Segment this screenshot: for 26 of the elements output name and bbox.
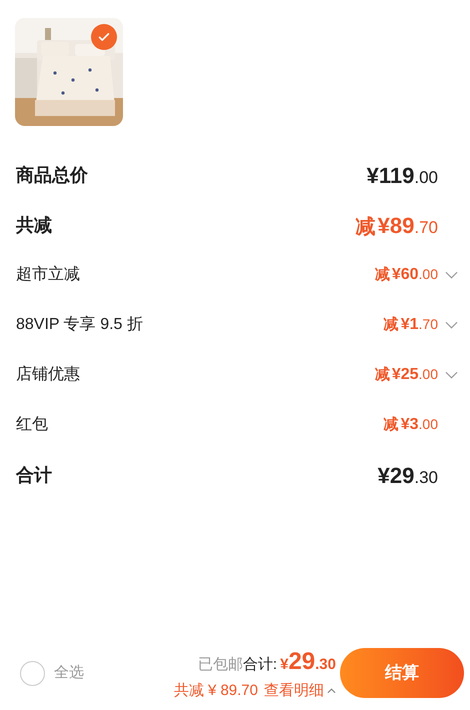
row-label: 88VIP 专享 9.5 折 (16, 314, 143, 335)
row-label: 合计 (16, 464, 52, 486)
row-label: 共减 (16, 214, 52, 236)
caret-up-icon (327, 688, 336, 694)
chevron-down-icon[interactable] (445, 321, 458, 329)
row-label: 红包 (16, 415, 48, 435)
row-label: 商品总价 (16, 164, 88, 186)
shipping-text: 已包邮 (198, 654, 243, 675)
total-price: ¥29.30 (280, 646, 336, 677)
details-link[interactable]: 查看明细 (264, 680, 336, 702)
price-text: 减¥60.00 (374, 265, 438, 285)
row-label: 店铺优惠 (16, 364, 80, 385)
row-label: 超市立减 (16, 264, 80, 285)
savings-text: 共减 ¥ 89.70 (174, 680, 258, 701)
chevron-down-icon[interactable] (445, 371, 458, 379)
checkout-button[interactable]: 结算 (340, 648, 464, 698)
price-text: 减¥25.00 (374, 365, 438, 385)
select-all-label: 全选 (54, 662, 84, 683)
price-text: ¥119.00 (366, 162, 438, 190)
price-text: 减¥1.70 (384, 315, 438, 335)
total-label: 合计: (242, 654, 278, 675)
price-text: 减¥89.70 (356, 212, 438, 240)
select-all-radio[interactable] (20, 660, 45, 686)
price-text: ¥29.30 (378, 462, 438, 490)
chevron-down-icon[interactable] (445, 271, 458, 279)
price-text: 减¥3.00 (384, 415, 438, 435)
